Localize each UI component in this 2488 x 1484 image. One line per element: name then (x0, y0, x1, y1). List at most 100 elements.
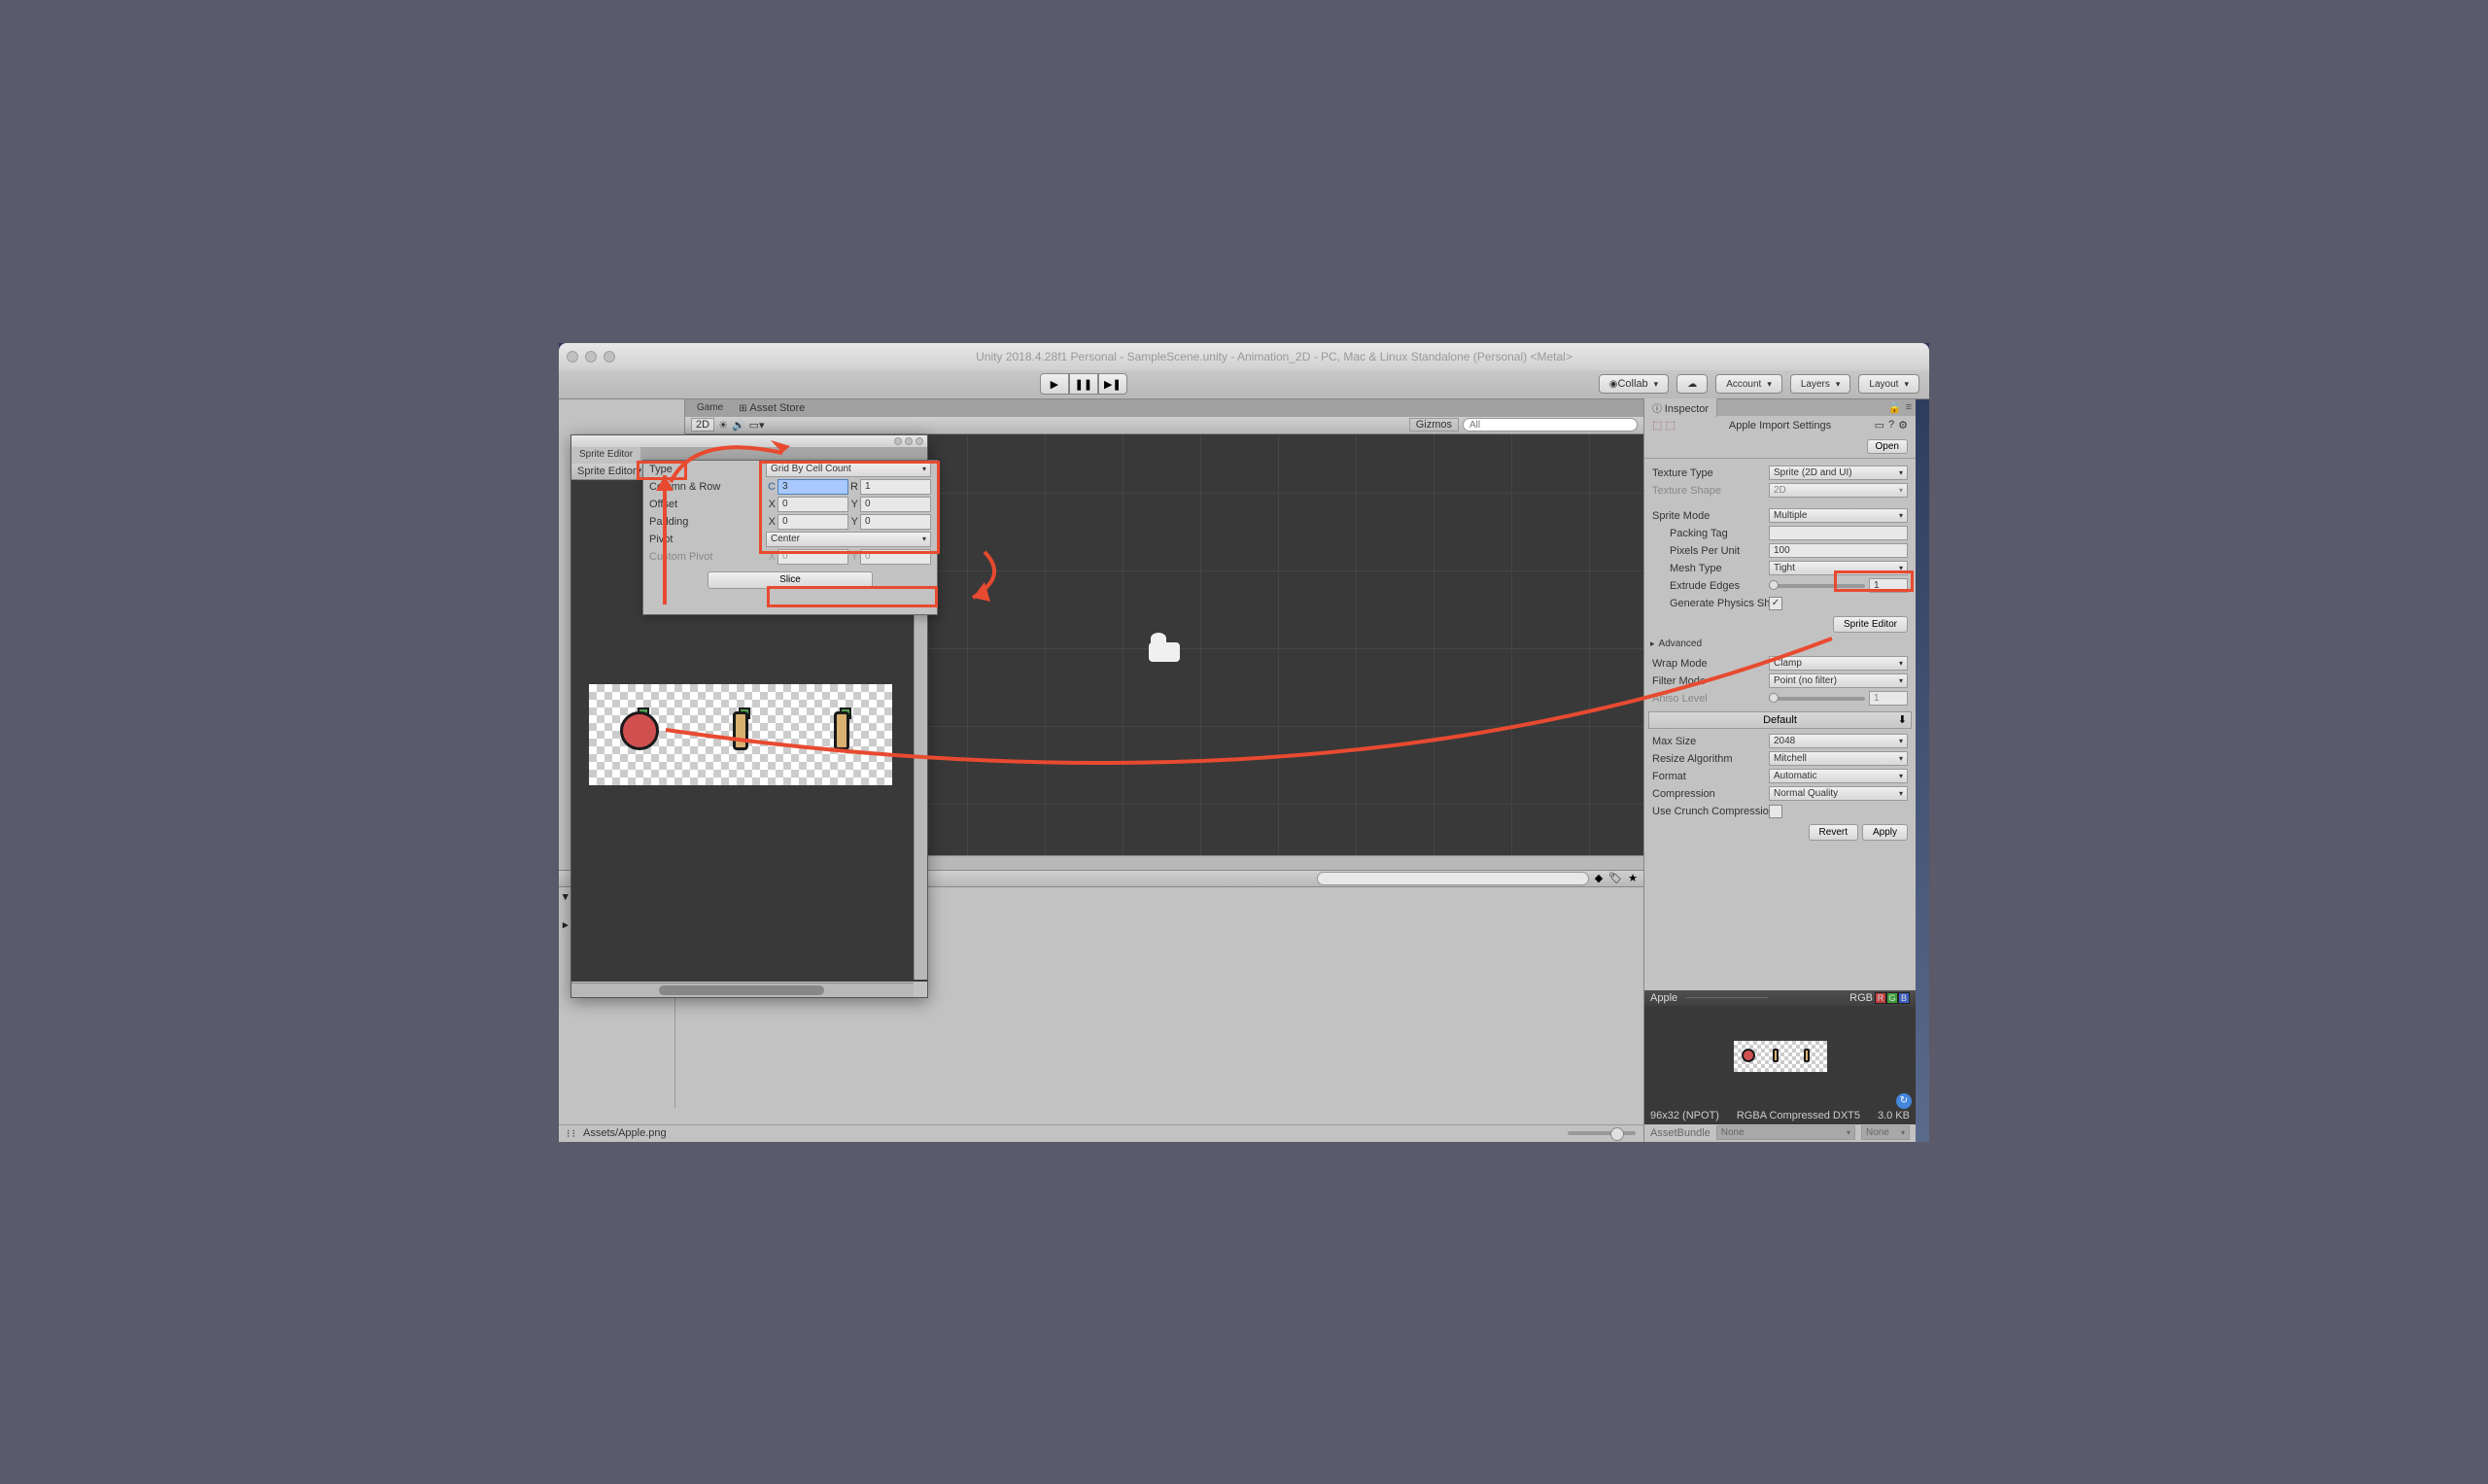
slice-columns-input[interactable]: 3 (778, 479, 848, 495)
minimize-window-icon[interactable] (585, 351, 597, 362)
sprite-sheet (589, 684, 892, 785)
sprite-editor-button[interactable]: Sprite Editor (1833, 616, 1908, 633)
preview-panel: Apple RGB R G B (1644, 990, 1916, 1124)
se-zoom-icon[interactable] (916, 437, 923, 445)
extrude-value[interactable]: 1 (1869, 578, 1908, 593)
grid-zoom-slider[interactable] (1568, 1131, 1636, 1135)
advanced-section[interactable]: Advanced (1644, 637, 1916, 651)
scene-fx-icon[interactable]: ▭▾ (749, 419, 765, 431)
layout-dropdown[interactable]: Layout (1858, 374, 1919, 394)
aniso-slider (1769, 697, 1865, 701)
slice-offset-x-input[interactable]: 0 (778, 497, 848, 512)
sprite-editor-tab[interactable]: Sprite Editor (571, 447, 640, 464)
se-close-icon[interactable] (894, 437, 902, 445)
step-button[interactable]: ▶❚ (1098, 373, 1127, 395)
play-button[interactable]: ▶ (1040, 373, 1069, 395)
camera-gizmo-icon (1149, 642, 1180, 662)
r-channel-toggle[interactable]: R (1875, 992, 1886, 1004)
scene-search[interactable] (1463, 418, 1638, 431)
resize-algo-dropdown[interactable]: Mitchell (1769, 751, 1908, 766)
assetbundle-variant-dropdown[interactable]: None (1861, 1125, 1910, 1140)
texture-type-dropdown[interactable]: Sprite (2D and UI) (1769, 466, 1908, 480)
aniso-value: 1 (1869, 691, 1908, 706)
label-x: X (766, 499, 778, 510)
slice-custompivot-label: Custom Pivot (649, 551, 766, 563)
ppu-input[interactable]: 100 (1769, 543, 1908, 558)
assetbundle-dropdown[interactable]: None (1716, 1125, 1855, 1140)
preset-icon[interactable]: ▭ (1875, 419, 1884, 431)
cloud-button[interactable]: ☁ (1676, 374, 1708, 394)
sprite-editor-mode-dropdown[interactable]: Sprite Editor ▾ (571, 464, 648, 479)
slice-popup: Type Grid By Cell Count Column & Row C 3… (642, 460, 938, 615)
assetbundle-label: AssetBundle (1650, 1127, 1710, 1139)
max-size-dropdown[interactable]: 2048 (1769, 734, 1908, 748)
tab-inspector[interactable]: ⓘ Inspector (1644, 398, 1717, 417)
window-titlebar: Unity 2018.4.28f1 Personal - SampleScene… (559, 343, 1929, 370)
slice-padding-y-input[interactable]: 0 (860, 514, 931, 530)
slice-execute-button[interactable]: Slice (708, 571, 873, 589)
slice-cp-y-input: 0 (860, 549, 931, 565)
collab-dropdown[interactable]: ◉ Collab (1599, 374, 1669, 394)
filter-icon[interactable]: ◆ (1595, 872, 1603, 884)
compression-dropdown[interactable]: Normal Quality (1769, 786, 1908, 801)
inspector-revert-button[interactable]: Revert (1809, 824, 1858, 841)
project-search[interactable] (1317, 872, 1589, 885)
inspector-apply-button[interactable]: Apply (1862, 824, 1908, 841)
lock-icon[interactable]: 🔒 (1888, 401, 1902, 414)
tab-game[interactable]: Game (689, 400, 731, 415)
label-c: C (766, 481, 778, 493)
mesh-type-dropdown[interactable]: Tight (1769, 561, 1908, 575)
slice-offset-y-input[interactable]: 0 (860, 497, 931, 512)
gizmos-dropdown[interactable]: Gizmos (1409, 418, 1459, 431)
close-window-icon[interactable] (567, 351, 578, 362)
packing-tag-input[interactable] (1769, 526, 1908, 540)
help-icon[interactable]: ? (1888, 419, 1894, 431)
slice-type-dropdown[interactable]: Grid By Cell Count (766, 462, 931, 477)
extrude-slider[interactable] (1769, 584, 1865, 588)
breadcrumb-dots-icon: ⁝⁝ (567, 1127, 577, 1140)
label-y: Y (848, 499, 860, 510)
se-minimize-icon[interactable] (905, 437, 913, 445)
star-icon[interactable]: ★ (1628, 872, 1638, 884)
preview-name: Apple (1650, 992, 1677, 1004)
menu-icon[interactable]: ≡ (1906, 401, 1912, 414)
breadcrumb: Assets/Apple.png (583, 1127, 667, 1139)
slice-offset-label: Offset (649, 499, 766, 510)
platform-default-tab[interactable]: Default ⬇ (1648, 711, 1912, 729)
slice-pivot-dropdown[interactable]: Center (766, 532, 931, 547)
slice-padding-x-input[interactable]: 0 (778, 514, 848, 530)
filter-mode-dropdown[interactable]: Point (no filter) (1769, 673, 1908, 688)
preview-dims: 96x32 (NPOT) (1650, 1110, 1719, 1122)
b-channel-toggle[interactable]: B (1898, 992, 1910, 1004)
zoom-window-icon[interactable] (604, 351, 615, 362)
scene-2d-toggle[interactable]: 2D (691, 418, 714, 431)
tab-asset-store[interactable]: ⊞ Asset Store (731, 400, 812, 416)
slice-colrow-label: Column & Row (649, 481, 766, 493)
crunch-checkbox[interactable] (1769, 805, 1782, 818)
account-dropdown[interactable]: Account (1715, 374, 1782, 394)
pause-button[interactable]: ❚❚ (1069, 373, 1098, 395)
inspector-open-button[interactable]: Open (1867, 439, 1908, 454)
preview-sprite (1734, 1041, 1827, 1072)
window-title: Unity 2018.4.28f1 Personal - SampleScene… (627, 350, 1921, 363)
label-icon[interactable]: 🏷 (1608, 872, 1622, 884)
inspector-title: Apple Import Settings (1729, 420, 1831, 431)
texture-shape-dropdown: 2D (1769, 483, 1908, 498)
wrap-mode-dropdown[interactable]: Clamp (1769, 656, 1908, 671)
gen-physics-checkbox[interactable]: ✓ (1769, 597, 1782, 610)
sprite-editor-scrollbar-h[interactable] (571, 983, 914, 997)
slice-padding-label: Padding (649, 516, 766, 528)
format-dropdown[interactable]: Automatic (1769, 769, 1908, 783)
slice-type-label: Type (649, 464, 766, 475)
slice-rows-input[interactable]: 1 (860, 479, 931, 495)
sprite-mode-dropdown[interactable]: Multiple (1769, 508, 1908, 523)
layers-dropdown[interactable]: Layers (1790, 374, 1851, 394)
scene-light-icon[interactable]: ☀ (718, 419, 728, 431)
slice-pivot-label: Pivot (649, 534, 766, 545)
scene-audio-icon[interactable]: 🔊 (732, 419, 745, 431)
slice-cp-x-input: 0 (778, 549, 848, 565)
sync-icon[interactable]: ↻ (1896, 1093, 1912, 1109)
g-channel-toggle[interactable]: G (1886, 992, 1898, 1004)
settings-icon[interactable]: ⚙ (1898, 419, 1908, 431)
download-icon[interactable]: ⬇ (1898, 713, 1907, 726)
